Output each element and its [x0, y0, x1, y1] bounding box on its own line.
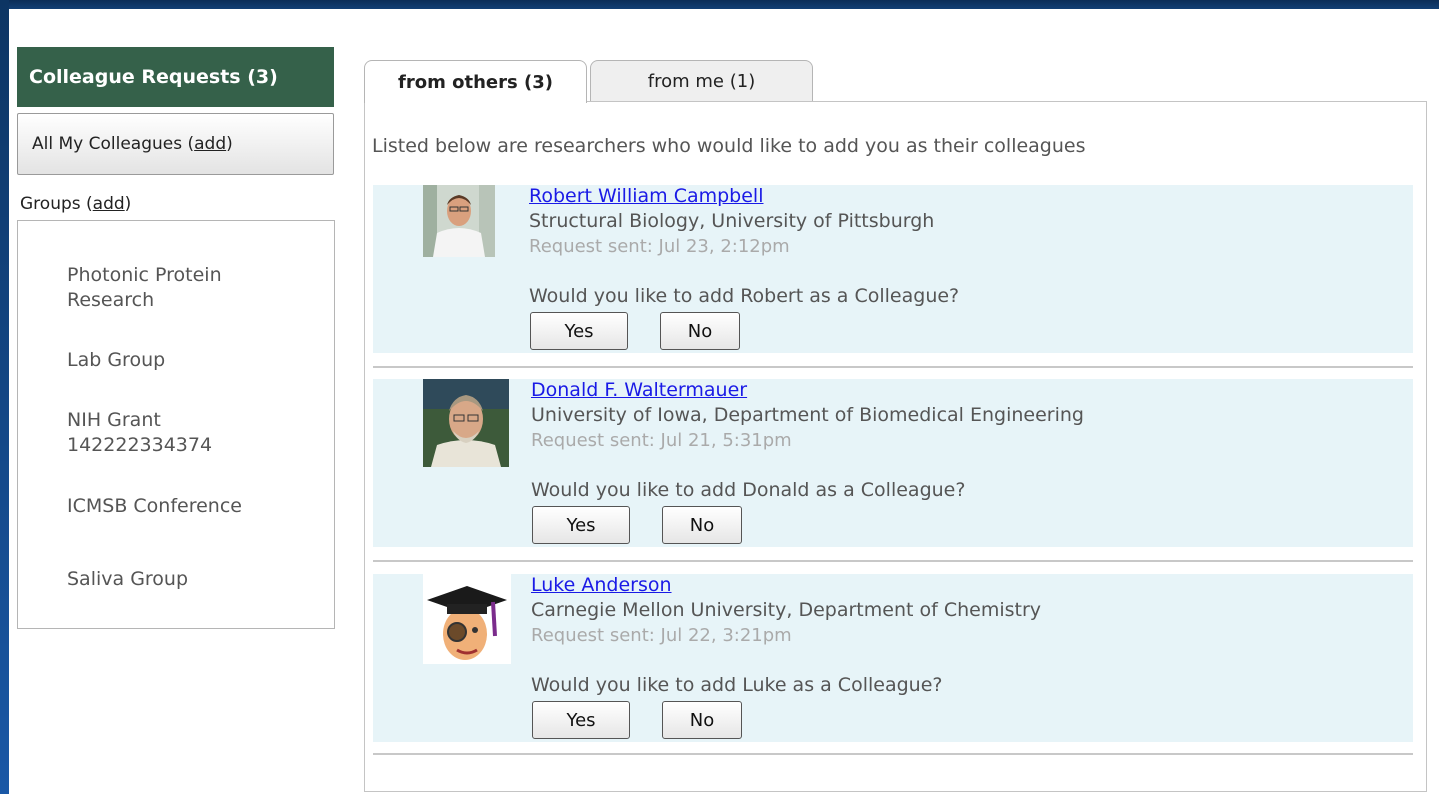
- request-timestamp: Request sent: Jul 21, 5:31pm: [531, 430, 792, 451]
- all-colleagues-label: All My Colleagues: [32, 134, 183, 154]
- add-colleague-link[interactable]: add: [194, 134, 226, 154]
- no-button[interactable]: No: [660, 312, 740, 350]
- requester-name-link[interactable]: Luke Anderson: [531, 574, 672, 596]
- groups-heading: Groups (add): [20, 194, 132, 214]
- add-question: Would you like to add Robert as a Collea…: [529, 285, 960, 307]
- requester-name-link[interactable]: Robert William Campbell: [529, 185, 764, 207]
- yes-button[interactable]: Yes: [532, 701, 630, 739]
- intro-text: Listed below are researchers who would l…: [372, 135, 1086, 157]
- tab-label: from others (3): [398, 71, 553, 93]
- sidebar-colleague-requests[interactable]: Colleague Requests (3): [17, 47, 334, 107]
- page-canvas: Colleague Requests (3) All My Colleagues…: [9, 9, 1439, 794]
- request-card: Robert William Campbell Structural Biolo…: [373, 185, 1413, 353]
- no-button[interactable]: No: [662, 701, 742, 739]
- request-card: Luke Anderson Carnegie Mellon University…: [373, 574, 1413, 742]
- group-item-nih-grant[interactable]: NIH Grant 142222334374: [67, 408, 307, 458]
- divider: [373, 753, 1413, 755]
- add-group-link[interactable]: add: [93, 194, 125, 214]
- avatar: [423, 379, 509, 467]
- group-item-line: Saliva Group: [67, 568, 189, 590]
- avatar: [423, 185, 495, 257]
- yes-button[interactable]: Yes: [530, 312, 628, 350]
- requester-affiliation: University of Iowa, Department of Biomed…: [531, 404, 1084, 426]
- divider: [373, 366, 1413, 368]
- group-item-icmsb-conference[interactable]: ICMSB Conference: [67, 494, 307, 519]
- group-item-saliva-group[interactable]: Saliva Group: [67, 567, 307, 592]
- group-item-lab-group[interactable]: Lab Group: [67, 348, 307, 373]
- requester-affiliation: Structural Biology, University of Pittsb…: [529, 210, 935, 232]
- add-question: Would you like to add Donald as a Collea…: [531, 479, 966, 501]
- group-item-line: Photonic Protein: [67, 264, 222, 286]
- tab-from-others[interactable]: from others (3): [364, 60, 587, 103]
- request-timestamp: Request sent: Jul 22, 3:21pm: [531, 625, 792, 646]
- avatar: [423, 574, 511, 664]
- requester-affiliation: Carnegie Mellon University, Department o…: [531, 599, 1042, 621]
- group-item-line: Lab Group: [67, 349, 166, 371]
- sidebar-all-colleagues[interactable]: All My Colleagues (add): [17, 113, 334, 175]
- sidebar-header-label: Colleague Requests (3): [29, 66, 278, 88]
- no-button[interactable]: No: [662, 506, 742, 544]
- group-item-photonic-protein-research[interactable]: Photonic Protein Research: [67, 263, 307, 313]
- tab-label: from me (1): [647, 70, 756, 92]
- window-frame-left: [0, 0, 9, 794]
- groups-list: Photonic Protein Research Lab Group NIH …: [17, 220, 335, 629]
- requester-name-link[interactable]: Donald F. Waltermauer: [531, 379, 747, 401]
- group-item-line: 142222334374: [67, 434, 213, 456]
- groups-label: Groups: [20, 194, 81, 214]
- window-frame-top: [0, 0, 1439, 9]
- request-timestamp: Request sent: Jul 23, 2:12pm: [529, 236, 790, 257]
- divider: [373, 560, 1413, 562]
- tab-from-me[interactable]: from me (1): [590, 60, 813, 101]
- add-question: Would you like to add Luke as a Colleagu…: [531, 674, 943, 696]
- group-item-line: ICMSB Conference: [67, 495, 242, 517]
- group-item-line: Research: [67, 289, 155, 311]
- group-item-line: NIH Grant: [67, 409, 161, 431]
- request-card: Donald F. Waltermauer University of Iowa…: [373, 379, 1413, 547]
- yes-button[interactable]: Yes: [532, 506, 630, 544]
